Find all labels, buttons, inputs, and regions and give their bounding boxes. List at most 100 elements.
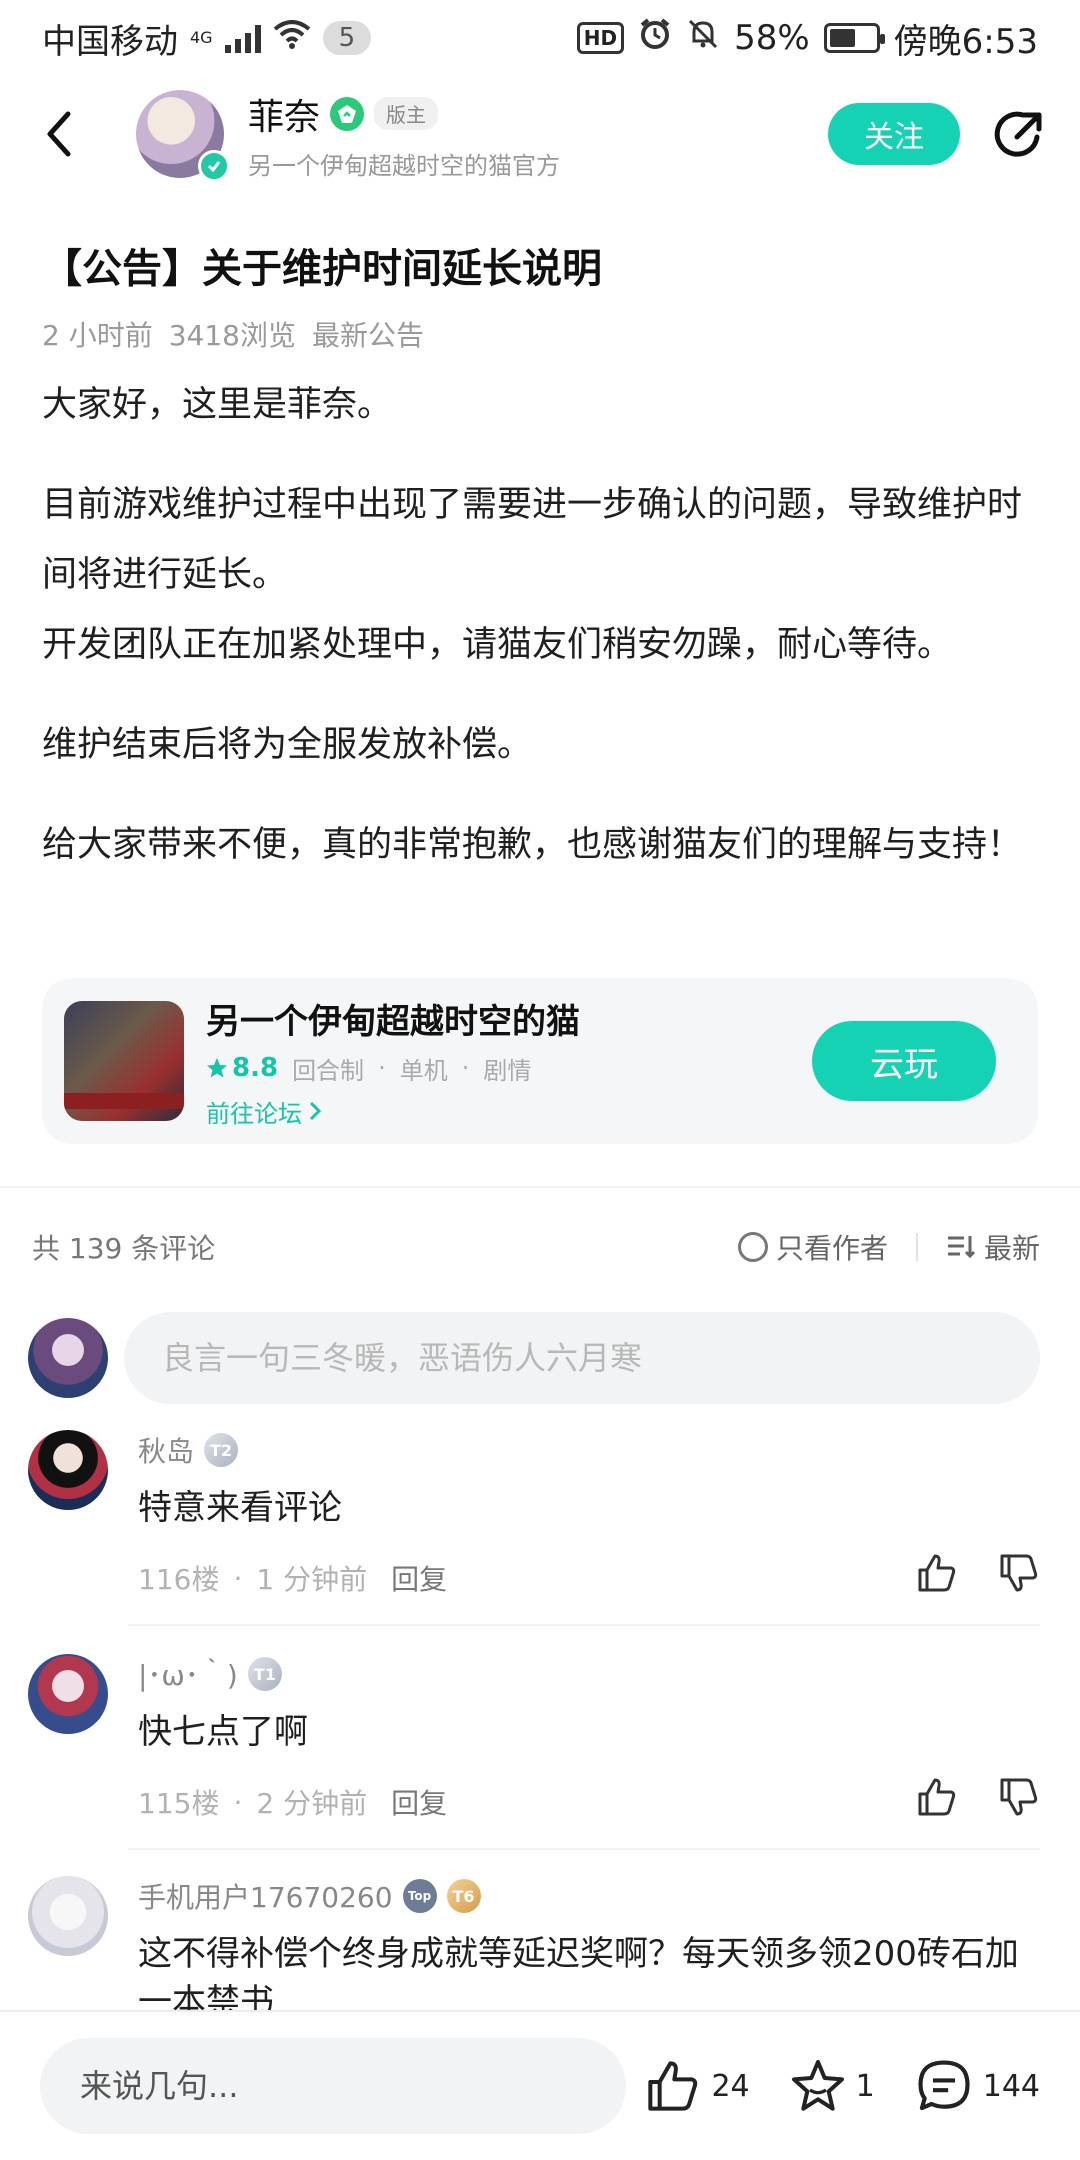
battery-icon xyxy=(823,23,885,53)
share-icon[interactable] xyxy=(990,104,1050,164)
thumbs-up-icon[interactable] xyxy=(916,1552,958,1598)
hd-icon: HD xyxy=(576,22,625,54)
comment-time: 1 分钟前 xyxy=(256,1563,368,1596)
comment-text: 特意来看评论 xyxy=(138,1488,342,1528)
section-divider xyxy=(0,1186,1080,1188)
comments-header: 共 139 条评论 只看作者 最新 xyxy=(32,1222,1040,1272)
post-header: 菲奈 版主 另一个伊甸超越时空的猫官方 关注 xyxy=(0,84,1080,184)
comments-button[interactable]: 144 xyxy=(915,2057,1040,2115)
comment-actions xyxy=(916,1552,1040,1598)
comment-count: 共 139 条评论 xyxy=(32,1232,216,1265)
commenter-name[interactable]: 手机用户17670260 xyxy=(138,1876,393,1916)
thumbs-up-icon xyxy=(648,2061,698,2111)
game-score-value: 8.8 xyxy=(232,1053,279,1083)
mute-bell-icon xyxy=(686,17,720,60)
comment-input[interactable] xyxy=(124,1312,1040,1404)
commenter-avatar[interactable] xyxy=(28,1430,108,1510)
status-bar: 中国移动 4G 5 HD 58% 傍晚6:53 xyxy=(0,0,1080,76)
game-card[interactable]: 另一个伊甸超越时空的猫 8.8 回合制 · 单机 · 剧情 前往论坛 云玩 xyxy=(42,978,1038,1144)
post-category[interactable]: 最新公告 xyxy=(312,314,424,354)
game-tag: 回合制 xyxy=(292,1056,365,1085)
post-paragraph: 大家好，这里是菲奈。 xyxy=(42,385,393,425)
comment-text: 这不得补偿个终身成就等延迟奖啊？每天领多领200砖石加一本禁书 xyxy=(138,1934,1019,2010)
sort-toggle[interactable]: 最新 xyxy=(946,1227,1040,1267)
level-badge: T6 xyxy=(446,1879,481,1913)
star-icon xyxy=(207,1058,227,1078)
commenter-name[interactable]: 秋岛 xyxy=(138,1430,194,1470)
post-meta: 2 小时前 3418浏览 最新公告 xyxy=(42,314,424,354)
reply-button[interactable]: 回复 xyxy=(391,1558,447,1598)
game-name: 另一个伊甸超越时空的猫 xyxy=(206,1001,580,1042)
post-paragraph: 维护结束后将为全服发放补偿。 xyxy=(42,725,533,765)
moderator-level-icon xyxy=(330,96,365,131)
comment-time: 2 分钟前 xyxy=(256,1787,368,1820)
forum-link-label: 前往论坛 xyxy=(206,1099,302,1128)
comment-item: 秋岛 T2 特意来看评论 116楼 · 1 分钟前 回复 xyxy=(28,1430,1040,1650)
commenter-avatar[interactable] xyxy=(28,1654,108,1734)
thumbs-up-icon[interactable] xyxy=(916,1776,958,1822)
sort-icon xyxy=(947,1236,976,1259)
carrier-label: 中国移动 xyxy=(42,21,178,62)
game-tag: 剧情 xyxy=(483,1056,532,1085)
meta-separator: · xyxy=(233,1785,243,1819)
follow-button[interactable]: 关注 xyxy=(828,103,960,165)
post-paragraph: 目前游戏维护过程中出现了需要进一步确认的问题，导致维护时间将进行延长。 xyxy=(42,485,1023,595)
signal-icon xyxy=(224,23,261,53)
forum-link[interactable]: 前往论坛 xyxy=(206,1094,580,1129)
bottom-action-bar: 24 1 144 xyxy=(0,2010,1080,2160)
clock-time: 傍晚6:53 xyxy=(893,21,1038,62)
post-views: 3418浏览 xyxy=(168,319,296,352)
star-icon xyxy=(791,2060,844,2111)
level-badge: T1 xyxy=(247,1657,282,1691)
post-body: 大家好，这里是菲奈。 目前游戏维护过程中出现了需要进一步确认的问题，导致维护时间… xyxy=(42,370,1042,910)
verified-icon xyxy=(198,150,230,182)
wifi-icon xyxy=(273,18,311,58)
post-time: 2 小时前 xyxy=(42,319,153,352)
notification-count-badge: 5 xyxy=(322,21,372,55)
quick-comment-input[interactable] xyxy=(40,2038,626,2134)
favorite-count: 1 xyxy=(855,2068,875,2104)
comment-floor: 115楼 xyxy=(138,1787,220,1820)
alarm-icon xyxy=(638,17,672,60)
author-avatar[interactable] xyxy=(136,90,230,182)
comment-text: 快七点了啊 xyxy=(138,1712,308,1752)
comment-item: 手机用户17670260 Top T6 这不得补偿个终身成就等延迟奖啊？每天领多… xyxy=(28,1876,1040,2010)
comment-floor: 116楼 xyxy=(138,1563,220,1596)
author-only-label: 只看作者 xyxy=(775,1232,888,1265)
commenter-name[interactable]: |･ω･｀) xyxy=(138,1654,238,1694)
post-paragraph: 给大家带来不便，真的非常抱歉，也感谢猫友们的理解与支持！ xyxy=(42,825,1023,865)
comment-total: 144 xyxy=(982,2068,1040,2104)
comment-divider xyxy=(128,1848,1040,1850)
comment-divider xyxy=(128,1624,1040,1626)
comment-input-row xyxy=(28,1310,1040,1406)
game-icon xyxy=(64,1001,184,1121)
post-title: 【公告】关于维护时间延长说明 xyxy=(42,246,602,292)
current-user-avatar[interactable] xyxy=(28,1318,108,1398)
commenter-avatar[interactable] xyxy=(28,1876,108,1956)
favorite-button[interactable]: 1 xyxy=(790,2058,875,2114)
reply-button[interactable]: 回复 xyxy=(391,1782,447,1822)
back-arrow-icon[interactable] xyxy=(44,99,96,169)
comment-item: |･ω･｀) T1 快七点了啊 115楼 · 2 分钟前 回复 xyxy=(28,1654,1040,1874)
top-badge: Top xyxy=(402,1879,437,1913)
like-button[interactable]: 24 xyxy=(645,2058,750,2114)
network-label: 4G xyxy=(190,27,213,47)
chevron-right-icon xyxy=(309,1101,322,1121)
tag-separator: · xyxy=(378,1054,386,1082)
post-paragraph: 开发团队正在加紧处理中，请猫友们稍安勿躁，耐心等待。 xyxy=(42,625,953,665)
thumbs-down-icon[interactable] xyxy=(998,1552,1040,1598)
thumbs-down-icon[interactable] xyxy=(998,1776,1040,1822)
author-info[interactable]: 菲奈 版主 另一个伊甸超越时空的猫官方 xyxy=(248,88,560,181)
meta-separator: · xyxy=(233,1561,243,1595)
tag-separator: · xyxy=(461,1054,470,1082)
author-only-toggle[interactable]: 只看作者 xyxy=(737,1227,888,1267)
game-tag: 单机 xyxy=(399,1056,448,1085)
header-separator xyxy=(915,1233,918,1261)
game-score: 8.8 xyxy=(206,1053,278,1083)
author-name: 菲奈 xyxy=(248,96,321,138)
game-tags: 8.8 回合制 · 单机 · 剧情 xyxy=(206,1051,580,1086)
game-info: 另一个伊甸超越时空的猫 8.8 回合制 · 单机 · 剧情 前往论坛 xyxy=(206,994,580,1129)
role-badge: 版主 xyxy=(374,97,439,130)
cloud-play-button[interactable]: 云玩 xyxy=(812,1021,996,1101)
level-badge: T2 xyxy=(204,1433,239,1467)
